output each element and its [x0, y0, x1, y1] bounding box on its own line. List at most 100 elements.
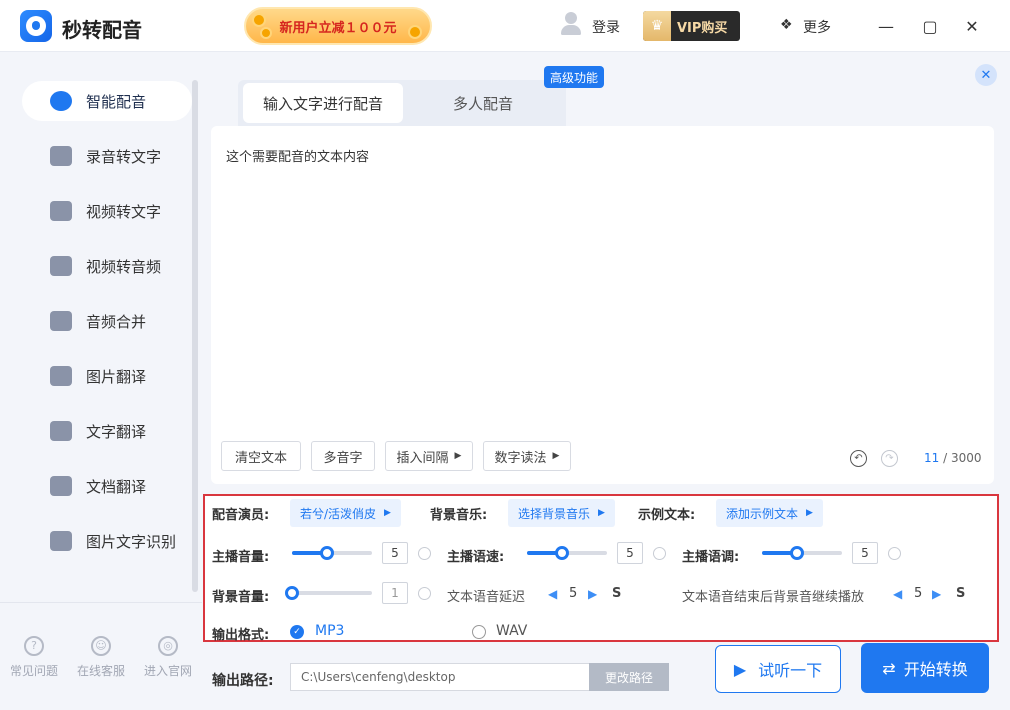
mp3-radio-checked-icon[interactable]: ✓ [290, 625, 304, 639]
output-path-input[interactable]: C:\Users\cenfeng\desktop [290, 663, 590, 691]
close-panel-icon[interactable]: ✕ [975, 64, 997, 86]
reset-icon[interactable] [653, 547, 666, 560]
sidebar-item-video-to-text[interactable]: 视频转文字 [22, 191, 192, 231]
wav-radio[interactable] [472, 625, 486, 639]
sidebar-item-audio-merge[interactable]: 音频合并 [22, 301, 192, 341]
sidebar-item-image-translate[interactable]: 图片翻译 [22, 356, 192, 396]
speed-slider[interactable] [527, 546, 607, 560]
delay-label: 文本语音延迟 [447, 590, 526, 605]
app-logo [20, 10, 52, 42]
doc-translate-icon [50, 476, 72, 496]
more-button[interactable]: 更多 [803, 17, 831, 37]
aa-icon [50, 146, 72, 166]
footer-official-site-button[interactable]: ◎ 进入官网 [138, 636, 198, 679]
clear-text-button[interactable]: 清空文本 [221, 441, 301, 471]
tab-text-dubbing[interactable]: 输入文字进行配音 [243, 83, 403, 123]
sidebar-item-smart-dubbing[interactable]: 智能配音 [22, 81, 192, 121]
coin-icon [260, 27, 272, 39]
bgm-select[interactable]: 选择背景音乐 ▶ [508, 499, 615, 527]
continue-value: 5 [914, 586, 923, 601]
sidebar-item-record-to-text[interactable]: 录音转文字 [22, 136, 192, 176]
login-button[interactable]: 登录 [592, 17, 620, 37]
insert-interval-button[interactable]: 插入间隔 ▶ [385, 441, 473, 471]
continue-label: 文本语音结束后背景音继续播放 [682, 590, 865, 605]
polyphone-button[interactable]: 多音字 [311, 441, 375, 471]
vip-button[interactable]: ♛ VIP购买 [643, 11, 740, 41]
video-icon [50, 201, 72, 221]
number-reading-button[interactable]: 数字读法 ▶ [483, 441, 571, 471]
start-convert-button[interactable]: ⇄ 开始转换 [861, 643, 989, 693]
change-path-button[interactable]: 更改路径 [589, 663, 669, 691]
crown-icon: ♛ [643, 11, 671, 41]
footer-label: 进入官网 [143, 664, 192, 678]
redo-icon[interactable]: ↷ [881, 450, 898, 467]
online-support-icon: ☺ [91, 636, 111, 656]
play-icon: ▶ [733, 659, 747, 679]
app-title: 秒转配音 [62, 18, 142, 42]
promo-text: 新用户立减１００元 [279, 20, 397, 36]
sidebar-item-label: 文档翻译 [86, 477, 147, 496]
coin-icon [252, 13, 266, 27]
bg-volume-value[interactable]: 1 [382, 582, 408, 604]
layers-icon[interactable]: ❖ [780, 17, 793, 33]
reset-icon[interactable] [418, 587, 431, 600]
advanced-badge: 高级功能 [544, 66, 604, 88]
sidebar-item-label: 音频合并 [86, 312, 147, 331]
sample-select[interactable]: 添加示例文本 ▶ [716, 499, 823, 527]
volume-value[interactable]: 5 [382, 542, 408, 564]
ocr-icon [50, 531, 72, 551]
sample-label: 示例文本: [638, 508, 696, 523]
user-icon[interactable] [560, 12, 582, 36]
sidebar-item-label: 录音转文字 [86, 147, 162, 166]
sidebar-scrollbar[interactable] [192, 80, 198, 592]
sidebar-item-label: 文字翻译 [86, 422, 147, 441]
delay-value: 5 [569, 586, 578, 601]
speed-value[interactable]: 5 [617, 542, 643, 564]
increase-icon[interactable]: ▶ [588, 587, 597, 601]
editor-text[interactable]: 这个需要配音的文本内容 [226, 146, 369, 165]
voice-select[interactable]: 若兮/活泼俏皮 ▶ [290, 499, 401, 527]
text-editor[interactable] [211, 126, 994, 484]
promo-banner[interactable]: 新用户立减１００元 [244, 7, 432, 45]
reset-icon[interactable] [888, 547, 901, 560]
delay-unit: S [612, 586, 622, 601]
undo-icon[interactable]: ↶ [850, 450, 867, 467]
footer-online-support-button[interactable]: ☺ 在线客服 [71, 636, 131, 679]
text-translate-icon [50, 421, 72, 441]
bg-volume-label: 背景音量: [212, 590, 270, 605]
triangle-right-icon: ▶ [552, 451, 560, 461]
sidebar-divider [0, 602, 202, 603]
sidebar-item-video-to-audio[interactable]: 视频转音频 [22, 246, 192, 286]
mic-icon [50, 91, 72, 111]
footer-label: 常见问题 [9, 664, 58, 678]
convert-icon: ⇄ [882, 658, 896, 678]
increase-icon[interactable]: ▶ [932, 587, 941, 601]
decrease-icon[interactable]: ◀ [893, 587, 902, 601]
minimize-icon[interactable]: — [874, 14, 898, 38]
merge-icon [50, 311, 72, 331]
wav-label[interactable]: WAV [496, 623, 527, 639]
volume-label: 主播音量: [212, 550, 270, 565]
sidebar-item-doc-translate[interactable]: 文档翻译 [22, 466, 192, 506]
close-icon[interactable]: ✕ [960, 14, 984, 38]
sidebar-item-label: 图片翻译 [86, 367, 147, 386]
maximize-icon[interactable]: ▢ [918, 14, 942, 38]
sidebar-item-label: 智能配音 [86, 92, 147, 111]
preview-listen-button[interactable]: ▶ 试听一下 [715, 645, 841, 693]
sidebar-item-text-translate[interactable]: 文字翻译 [22, 411, 192, 451]
char-count: 11 / 3000 [924, 451, 982, 465]
footer-faq-button[interactable]: ? 常见问题 [4, 636, 64, 679]
format-label: 输出格式: [212, 628, 270, 643]
pitch-label: 主播语调: [682, 550, 740, 565]
official-site-icon: ◎ [158, 636, 178, 656]
volume-slider[interactable] [292, 546, 372, 560]
pitch-slider[interactable] [762, 546, 842, 560]
mp3-label[interactable]: MP3 [315, 623, 344, 639]
reset-icon[interactable] [418, 547, 431, 560]
sidebar-item-image-ocr[interactable]: 图片文字识别 [22, 521, 192, 561]
decrease-icon[interactable]: ◀ [548, 587, 557, 601]
pitch-value[interactable]: 5 [852, 542, 878, 564]
bg-volume-slider[interactable] [285, 586, 372, 600]
tab-multi-dubbing[interactable]: 多人配音 [423, 83, 543, 123]
sidebar-item-label: 视频转文字 [86, 202, 162, 221]
